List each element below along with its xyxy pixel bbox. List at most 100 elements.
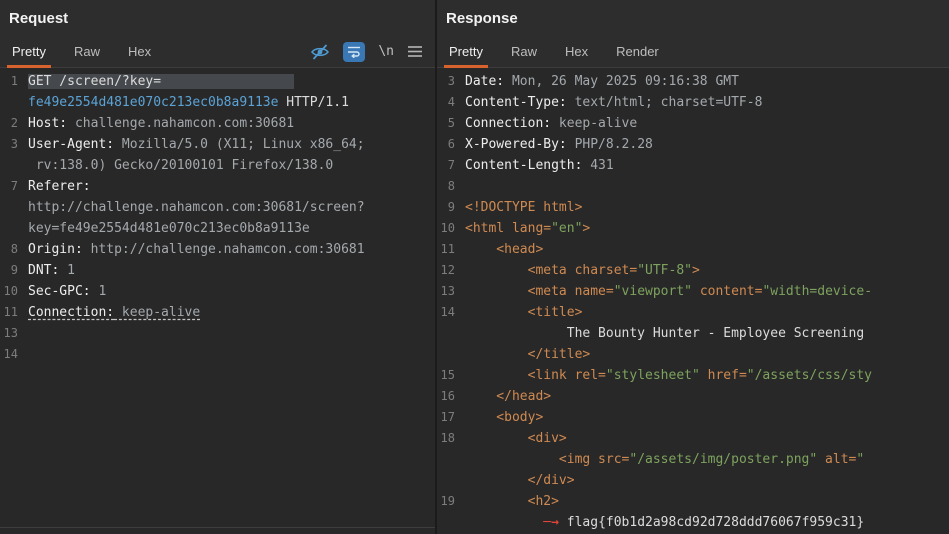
request-line: 3 User-Agent: Mozilla/5.0 (X11; Linux x86… (0, 134, 435, 155)
syntax-token: </head> (465, 389, 552, 404)
line-number: 8 (447, 179, 455, 193)
syntax-token: rv:138.0) Gecko/20100101 Firefox/138.0 (28, 158, 334, 173)
response-line: 10 <html lang="en"> (437, 218, 949, 239)
syntax-token: http://challenge.nahamcon.com:30681 (82, 242, 365, 257)
response-line: 18 <div> (437, 428, 949, 449)
request-tab-raw[interactable]: Raw (64, 36, 110, 67)
code-text: Content-Type: text/html; charset=UTF-8 (461, 92, 949, 113)
syntax-token: Sec-GPC: (28, 284, 91, 299)
line-number (437, 470, 461, 491)
request-editor[interactable]: 1 GET /screen/?key= fe49e2554d481e070c213… (0, 68, 435, 527)
line-number: 5 (447, 116, 455, 130)
response-tabbar: Pretty Raw Hex Render (437, 36, 949, 68)
line-number (0, 155, 24, 176)
code-text: X-Powered-By: PHP/8.2.28 (461, 134, 949, 155)
line-number (437, 512, 461, 533)
syntax-token: <body> (465, 410, 544, 425)
line-number: 2 (10, 116, 18, 130)
syntax-token: Connection: (465, 116, 552, 131)
syntax-token: alt= (817, 452, 857, 467)
response-tab-pretty[interactable]: Pretty (439, 36, 493, 68)
line-number: 13 (440, 284, 455, 298)
syntax-token: <h2> (465, 494, 559, 509)
syntax-token: "UTF-8" (637, 263, 692, 278)
response-line: </div> (437, 470, 949, 491)
line-number: 7 (10, 179, 18, 193)
response-panel: Response Pretty Raw Hex Render 3 Date: Mon, … (437, 0, 949, 534)
request-line: 8 Origin: http://challenge.nahamcon.com:3… (0, 239, 435, 260)
line-number (0, 197, 24, 218)
soft-wrap-toggle-icon[interactable] (343, 41, 366, 62)
code-text: Date: Mon, 26 May 2025 09:16:38 GMT (461, 71, 949, 92)
code-text: </title> (461, 344, 949, 365)
syntax-token: http://challenge.nahamcon.com:30681/scre… (28, 200, 365, 215)
code-text: <title> (461, 302, 949, 323)
syntax-token: Connection: (28, 305, 115, 320)
code-text: <link rel="stylesheet" href="/assets/css… (461, 365, 949, 386)
line-number: 13 (3, 326, 18, 340)
line-number: 19 (440, 494, 455, 508)
code-text: <h2> (461, 491, 949, 512)
syntax-token: > (582, 221, 591, 236)
line-number: 3 (10, 137, 18, 151)
syntax-token: 1 (59, 263, 75, 278)
code-text: <!DOCTYPE html> (461, 197, 949, 218)
response-line: 19 <h2> (437, 491, 949, 512)
request-tab-pretty[interactable]: Pretty (2, 36, 56, 68)
response-tab-hex[interactable]: Hex (555, 36, 598, 67)
syntax-token: keep-alive (114, 305, 201, 320)
syntax-token: Host: (28, 116, 68, 131)
syntax-token: "stylesheet" (605, 368, 700, 383)
code-text: Connection: keep-alive (461, 113, 949, 134)
request-line: 2 Host: challenge.nahamcon.com:30681 (0, 113, 435, 134)
menu-icon[interactable] (407, 45, 423, 58)
hide-headers-eye-off-icon[interactable] (310, 43, 330, 61)
response-line: 14 <title> (437, 302, 949, 323)
response-line: 13 <meta name="viewport" content="width=… (437, 281, 949, 302)
syntax-token: <head> (465, 242, 544, 257)
newline-chars-toggle[interactable]: \n (378, 44, 394, 59)
response-line: 6 X-Powered-By: PHP/8.2.28 (437, 134, 949, 155)
line-number: 7 (447, 158, 455, 172)
syntax-token: "en" (551, 221, 583, 236)
repeater-message-view: Request Pretty Raw Hex \n 1 GET /screen/… (0, 0, 949, 534)
syntax-token: PHP/8.2.28 (566, 137, 653, 152)
response-tab-raw[interactable]: Raw (501, 36, 547, 67)
syntax-token: <!DOCTYPE html> (465, 200, 583, 215)
code-text: GET /screen/?key= (24, 71, 435, 92)
line-number: 10 (440, 221, 455, 235)
syntax-token: Content-Length: (465, 158, 583, 173)
syntax-token (465, 515, 543, 530)
line-number: 16 (440, 389, 455, 403)
syntax-token: <img src= (465, 452, 630, 467)
syntax-token: "/assets/img/poster.png" (629, 452, 818, 467)
code-text: <head> (461, 239, 949, 260)
line-number (0, 92, 24, 113)
response-line: 3 Date: Mon, 26 May 2025 09:16:38 GMT (437, 71, 949, 92)
line-number: 9 (447, 200, 455, 214)
request-line: 11 Connection: keep-alive (0, 302, 435, 323)
line-number: 15 (440, 368, 455, 382)
syntax-token: </title> (465, 347, 591, 362)
request-tab-hex[interactable]: Hex (118, 36, 161, 67)
response-editor[interactable]: 3 Date: Mon, 26 May 2025 09:16:38 GMT 4 Con… (437, 68, 949, 534)
line-number (437, 344, 461, 365)
syntax-token: ─→ (543, 515, 567, 530)
response-tab-render[interactable]: Render (606, 36, 669, 67)
request-panel-title: Request (0, 0, 435, 36)
response-line: </title> (437, 344, 949, 365)
line-number: 8 (10, 242, 18, 256)
syntax-token: <title> (465, 305, 583, 320)
syntax-token: X-Powered-By: (465, 137, 567, 152)
syntax-token: > (691, 263, 700, 278)
response-line: 8 (437, 176, 949, 197)
response-line: <img src="/assets/img/poster.png" alt=" (437, 449, 949, 470)
code-text: <meta name="viewport" content="width=dev… (461, 281, 949, 302)
syntax-token: fe49e2554d481e070c213ec0b8a9113e (28, 95, 279, 110)
syntax-token: The Bounty Hunter - Employee Screening (465, 326, 865, 341)
response-panel-title: Response (437, 0, 949, 36)
line-number: 11 (3, 305, 18, 319)
syntax-token: flag{f0b1d2a98cd92d728ddd76067f959c31} (566, 515, 865, 530)
request-line: fe49e2554d481e070c213ec0b8a9113e HTTP/1.… (0, 92, 435, 113)
